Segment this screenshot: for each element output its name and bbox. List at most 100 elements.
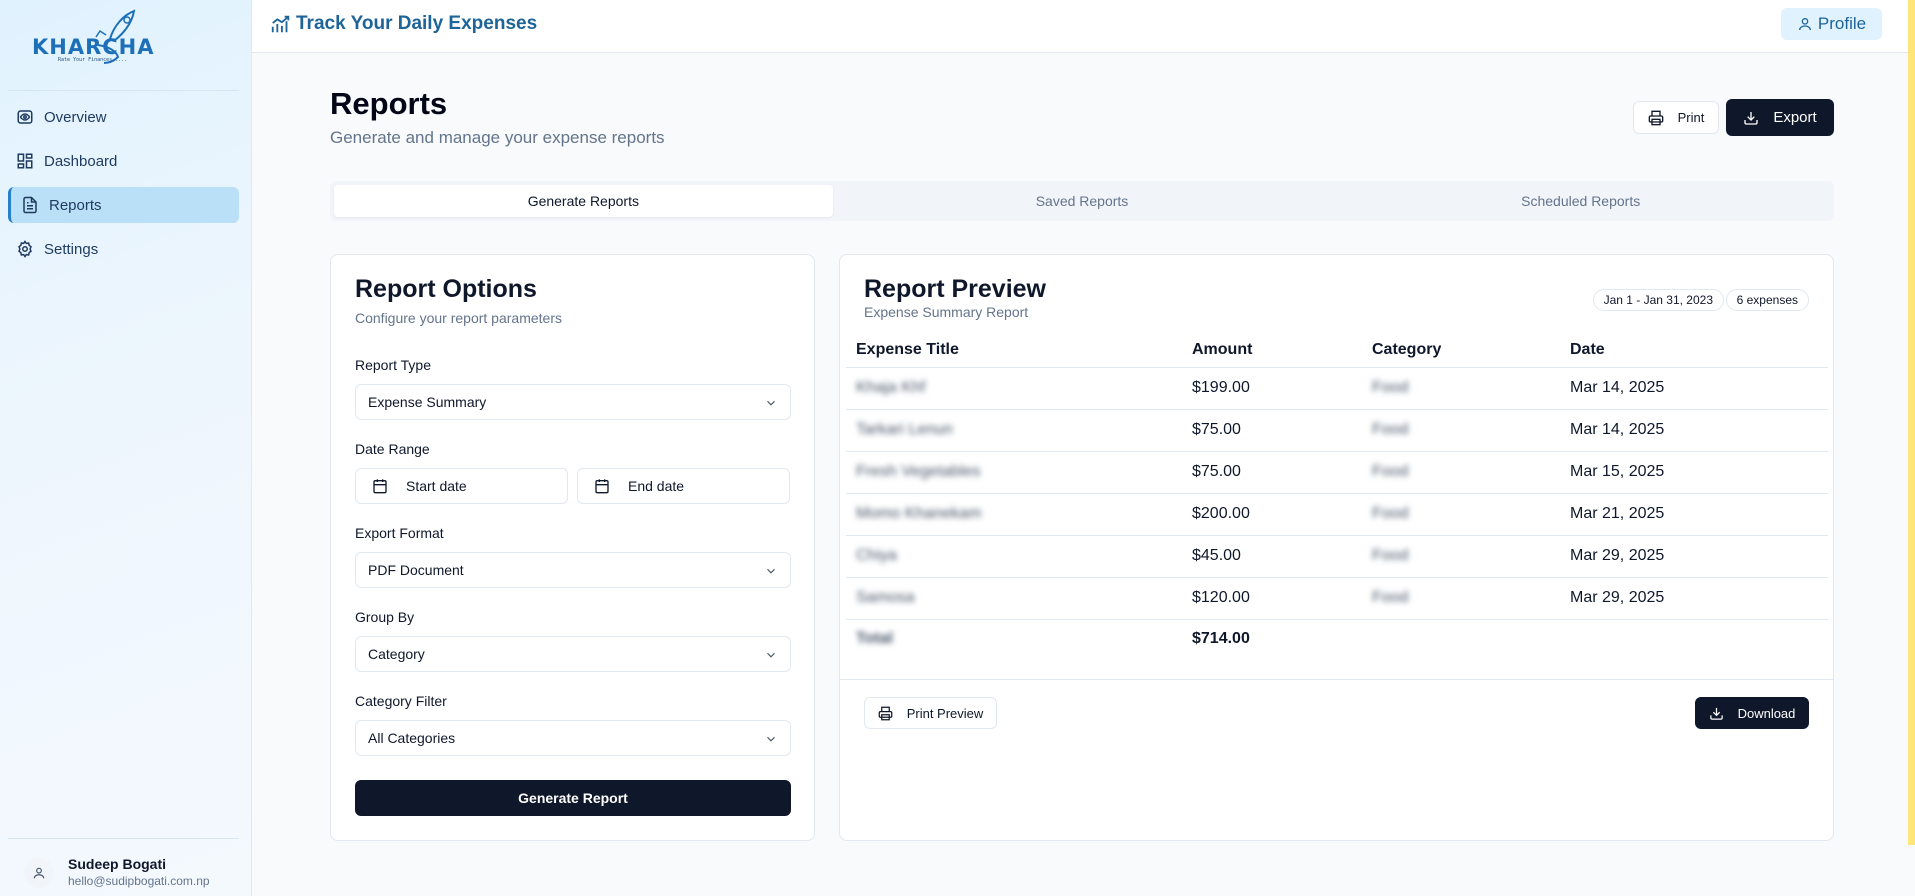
- expense-title: Samosa: [856, 589, 915, 606]
- app-title: Track Your Daily Expenses: [270, 13, 537, 35]
- sidebar-divider: [8, 90, 239, 91]
- print-button[interactable]: Print: [1633, 101, 1719, 134]
- chevron-down-icon: [767, 568, 775, 574]
- expense-title: Chiya: [856, 547, 897, 564]
- report-preview-card: Report Preview Expense Summary Report Ja…: [839, 254, 1834, 841]
- select-value: PDF Document: [368, 562, 464, 578]
- column-header: Date: [1560, 333, 1828, 368]
- total-amount: $714.00: [1192, 630, 1250, 648]
- start-date-placeholder: Start date: [406, 478, 467, 494]
- report-options-card: Report Options Configure your report par…: [330, 254, 815, 841]
- column-header: Expense Title: [846, 333, 1182, 368]
- group-by-select[interactable]: Category: [355, 636, 791, 672]
- table-header-row: Expense Title Amount Category Date: [846, 333, 1828, 368]
- sidebar-item-label: Dashboard: [44, 152, 118, 170]
- expense-count-badge: 6 expenses: [1725, 289, 1809, 311]
- tab-scheduled-reports[interactable]: Scheduled Reports: [1331, 185, 1830, 217]
- end-date-picker[interactable]: End date: [577, 468, 790, 504]
- profile-button[interactable]: Profile: [1781, 8, 1882, 40]
- table-row[interactable]: Tarkari Lenun $75.00 Food Mar 14, 2025: [846, 409, 1828, 452]
- expense-amount: $75.00: [1182, 409, 1362, 452]
- select-value: Category: [368, 646, 425, 662]
- expense-category: Food: [1372, 547, 1409, 564]
- user-email: hello@sudipbogati.com.np: [68, 874, 210, 888]
- gear-icon: [16, 240, 34, 258]
- print-preview-label: Print Preview: [906, 705, 984, 721]
- avatar: [24, 857, 54, 888]
- select-value: Expense Summary: [368, 394, 487, 410]
- sidebar-item-overview[interactable]: Overview: [8, 99, 239, 135]
- group-by-label: Group By: [355, 609, 415, 625]
- user-icon: [1797, 16, 1813, 32]
- table-row[interactable]: Khaja Khf $199.00 Food Mar 14, 2025: [846, 367, 1828, 410]
- scrollbar[interactable]: [1908, 0, 1915, 845]
- expense-category: Food: [1372, 421, 1409, 438]
- chevron-down-icon: [767, 652, 775, 658]
- category-filter-label: Category Filter: [355, 693, 447, 709]
- export-label: Export: [1773, 109, 1817, 126]
- app-title-text: Track Your Daily Expenses: [296, 13, 538, 34]
- card-subtitle: Expense Summary Report: [864, 304, 1029, 320]
- select-value: All Categories: [368, 730, 456, 746]
- column-header: Amount: [1182, 333, 1362, 368]
- logo-text: KHARCHA: [32, 35, 155, 59]
- card-title: Report Options: [355, 275, 537, 303]
- sidebar-divider: [8, 838, 239, 839]
- generate-report-button[interactable]: Generate Report: [355, 780, 791, 816]
- chevron-down-icon: [767, 400, 775, 406]
- sidebar-item-reports[interactable]: Reports: [8, 187, 239, 223]
- table-row[interactable]: Chiya $45.00 Food Mar 29, 2025: [846, 535, 1828, 578]
- expense-date: Mar 21, 2025: [1560, 493, 1828, 536]
- table-row[interactable]: Momo Khanekam $200.00 Food Mar 21, 2025: [846, 493, 1828, 536]
- export-format-select[interactable]: PDF Document: [355, 552, 791, 588]
- expense-amount: $75.00: [1182, 451, 1362, 494]
- download-icon: [1743, 110, 1759, 126]
- download-button[interactable]: Download: [1695, 697, 1809, 729]
- kharcha-logo[interactable]: KHARCHA Rate Your Finances.....: [30, 5, 155, 67]
- table-row[interactable]: Samosa $120.00 Food Mar 29, 2025: [846, 577, 1828, 620]
- card-subtitle: Configure your report parameters: [355, 310, 562, 326]
- sidebar-item-dashboard[interactable]: Dashboard: [8, 143, 239, 179]
- user-name: Sudeep Bogati: [68, 856, 167, 872]
- expense-title: Fresh Vegetables: [856, 463, 981, 480]
- report-type-label: Report Type: [355, 357, 432, 373]
- download-icon: [1709, 706, 1724, 721]
- end-date-placeholder: End date: [628, 478, 685, 494]
- layout-grid-icon: [16, 152, 34, 170]
- card-divider: [840, 679, 1833, 680]
- expense-date: Mar 15, 2025: [1560, 451, 1828, 494]
- column-header: Category: [1362, 333, 1560, 368]
- user-profile[interactable]: Sudeep Bogati hello@sudipbogati.com.np: [24, 856, 210, 889]
- start-date-picker[interactable]: Start date: [355, 468, 568, 504]
- expense-category: Food: [1372, 379, 1409, 396]
- expense-category: Food: [1372, 505, 1409, 522]
- logo-tagline: Rate Your Finances.....: [58, 57, 128, 63]
- topbar: Track Your Daily Expenses Profile: [252, 0, 1915, 53]
- page-title: Reports: [330, 86, 448, 121]
- expense-title: Momo Khanekam: [856, 505, 982, 522]
- total-label: Total: [856, 630, 894, 648]
- date-range-badge: Jan 1 - Jan 31, 2023: [1592, 289, 1724, 311]
- sidebar-item-settings[interactable]: Settings: [8, 231, 239, 267]
- chevron-down-icon: [767, 736, 775, 742]
- export-button[interactable]: Export: [1726, 99, 1834, 136]
- expense-date: Mar 14, 2025: [1560, 409, 1828, 452]
- expense-date: Mar 29, 2025: [1560, 577, 1828, 620]
- print-preview-button[interactable]: Print Preview: [864, 697, 997, 729]
- report-type-select[interactable]: Expense Summary: [355, 384, 791, 420]
- sidebar-item-label: Settings: [44, 240, 99, 258]
- expense-category: Food: [1372, 589, 1409, 606]
- expense-date: Mar 14, 2025: [1560, 367, 1828, 410]
- eye-icon: [16, 108, 34, 126]
- profile-label: Profile: [1817, 14, 1867, 33]
- printer-icon: [878, 706, 893, 721]
- tab-saved-reports[interactable]: Saved Reports: [833, 185, 1332, 217]
- tab-generate-reports[interactable]: Generate Reports: [334, 185, 833, 217]
- expense-title: Tarkari Lenun: [856, 421, 953, 438]
- category-filter-select[interactable]: All Categories: [355, 720, 791, 756]
- table-row[interactable]: Fresh Vegetables $75.00 Food Mar 15, 202…: [846, 451, 1828, 494]
- expense-amount: $199.00: [1182, 367, 1362, 410]
- expense-category: Food: [1372, 463, 1409, 480]
- print-label: Print: [1677, 110, 1705, 125]
- expense-amount: $200.00: [1182, 493, 1362, 536]
